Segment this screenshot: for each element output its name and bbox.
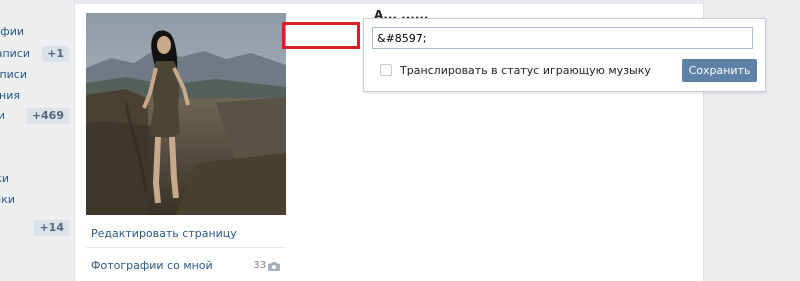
broadcast-music-checkbox[interactable]: [380, 64, 392, 76]
nav-item-label: афии: [0, 25, 24, 38]
nav-item-apps[interactable]: +14: [0, 218, 75, 238]
nav-badge: +1: [42, 46, 69, 62]
save-button[interactable]: Сохранить: [682, 59, 757, 82]
edit-page-link[interactable]: Редактировать страницу: [86, 220, 286, 248]
nav-item-label: ния: [0, 89, 20, 102]
profile-card: Редактировать страницу Фотографии со мно…: [74, 0, 766, 281]
profile-photo-image: [86, 13, 286, 215]
nav-badge: +469: [26, 108, 69, 124]
photos-with-me-label: Фотографии со мной: [91, 259, 213, 272]
top-strip: [75, 0, 703, 4]
nav-item-games[interactable]: и +469: [0, 106, 75, 126]
broadcast-music-label[interactable]: Транслировать в статус играющую музыку: [400, 64, 651, 77]
nav-item-photos[interactable]: афии: [0, 22, 33, 42]
camera-icon: [268, 262, 280, 271]
nav-item-extra[interactable]: [0, 127, 10, 147]
nav-item-label: аписи: [0, 47, 30, 60]
photos-with-me-link[interactable]: Фотографии со мной 33: [86, 252, 286, 280]
left-nav: афии аписи +1 аписи ния и +469 ки йки +1…: [0, 0, 75, 281]
edit-page-label: Редактировать страницу: [91, 227, 237, 240]
divider: [86, 247, 286, 248]
photos-with-me-count: 33: [253, 260, 266, 271]
nav-item-label: аписи: [0, 68, 27, 81]
nav-item-likes[interactable]: йки: [0, 190, 24, 210]
nav-badge: +14: [34, 220, 69, 236]
nav-item-settings[interactable]: ния: [0, 86, 29, 106]
status-input[interactable]: [372, 27, 753, 49]
nav-item-notes[interactable]: аписи: [0, 65, 36, 85]
status-editor-popup: Транслировать в статус играющую музыку С…: [363, 18, 766, 92]
profile-photo[interactable]: [86, 13, 286, 215]
nav-item-bookmarks[interactable]: ки: [0, 169, 18, 189]
nav-item-label: йки: [0, 193, 15, 206]
nav-item-label: ки: [0, 172, 9, 185]
nav-item-label: и: [0, 109, 5, 122]
nav-item-posts[interactable]: аписи +1: [0, 44, 75, 64]
